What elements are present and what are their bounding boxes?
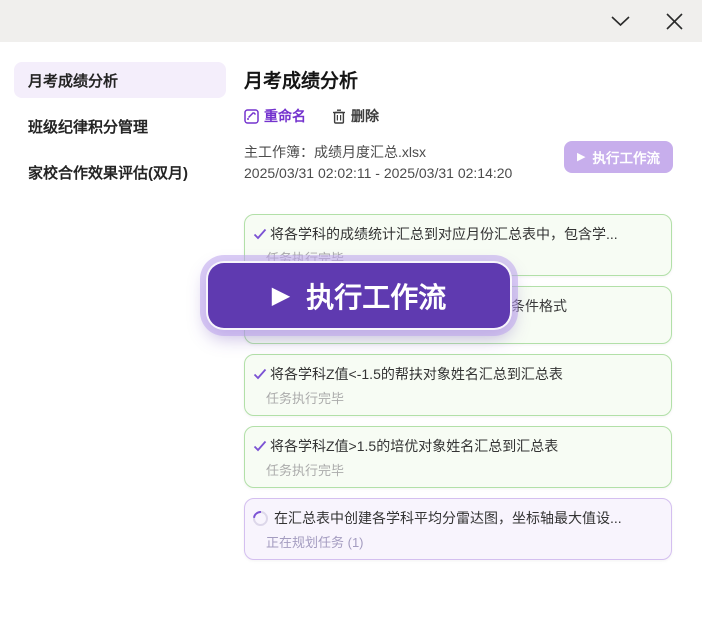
task-status-text: 任务执行完毕 [266,388,659,407]
delete-button[interactable]: 删除 [332,106,379,126]
task-card[interactable]: 在汇总表中创建各学科平均分雷达图，坐标轴最大值设... 正在规划任务 (1) [244,498,672,560]
close-window-button[interactable] [662,9,686,33]
sidebar: 月考成绩分析班级纪律积分管理家校合作效果评估(双月) [0,42,240,570]
task-title-line: 置条件格式 [497,297,659,316]
check-icon [253,227,267,241]
play-icon: ▶ [272,284,290,308]
task-text: 将各学科的成绩统计汇总到对应月份汇总表中，包含学... [270,225,618,244]
task-title-line: 将各学科Z值>1.5的培优对象姓名汇总到汇总表 [253,437,659,456]
spinner-icon [250,508,271,529]
check-icon [253,367,267,381]
window-titlebar [0,0,702,42]
task-title-line: 在汇总表中创建各学科平均分雷达图，坐标轴最大值设... [253,509,659,528]
task-text: 将各学科Z值>1.5的培优对象姓名汇总到汇总表 [270,437,558,456]
rename-label: 重命名 [264,106,306,126]
action-row: 重命名 删除 [244,106,672,126]
close-icon [666,13,683,30]
sidebar-item-label: 班级纪律积分管理 [28,116,148,137]
check-icon [253,439,267,453]
delete-label: 删除 [351,106,379,126]
sidebar-item-label: 家校合作效果评估(双月) [28,162,188,183]
run-workflow-label: 执行工作流 [593,147,661,167]
task-status-text: 正在规划任务 (1) [266,532,659,551]
run-workflow-overlay-button[interactable]: ▶ 执行工作流 [206,261,512,330]
task-title-line: 将各学科Z值<-1.5的帮扶对象姓名汇总到汇总表 [253,365,659,384]
task-card[interactable]: 将各学科Z值<-1.5的帮扶对象姓名汇总到汇总表任务执行完毕 [244,354,672,416]
task-card[interactable]: 将各学科Z值>1.5的培优对象姓名汇总到汇总表任务执行完毕 [244,426,672,488]
edit-icon [244,109,259,124]
sidebar-item[interactable]: 班级纪律积分管理 [14,108,226,144]
task-text: 将各学科Z值<-1.5的帮扶对象姓名汇总到汇总表 [270,365,563,384]
task-text: 在汇总表中创建各学科平均分雷达图，坐标轴最大值设... [274,509,622,528]
task-title-line: 将各学科的成绩统计汇总到对应月份汇总表中，包含学... [253,225,659,244]
page-title: 月考成绩分析 [244,66,672,93]
overlay-run-workflow-label: 执行工作流 [306,276,446,316]
play-icon: ▶ [577,152,585,163]
sidebar-item[interactable]: 家校合作效果评估(双月) [14,154,226,190]
sidebar-item[interactable]: 月考成绩分析 [14,62,226,98]
collapse-window-button[interactable] [608,9,632,33]
trash-icon [332,109,346,124]
chevron-down-icon [611,16,630,27]
sidebar-item-label: 月考成绩分析 [28,70,118,91]
run-workflow-button[interactable]: ▶ 执行工作流 [564,141,673,173]
task-status-text: 任务执行完毕 [266,460,659,479]
rename-button[interactable]: 重命名 [244,106,306,126]
